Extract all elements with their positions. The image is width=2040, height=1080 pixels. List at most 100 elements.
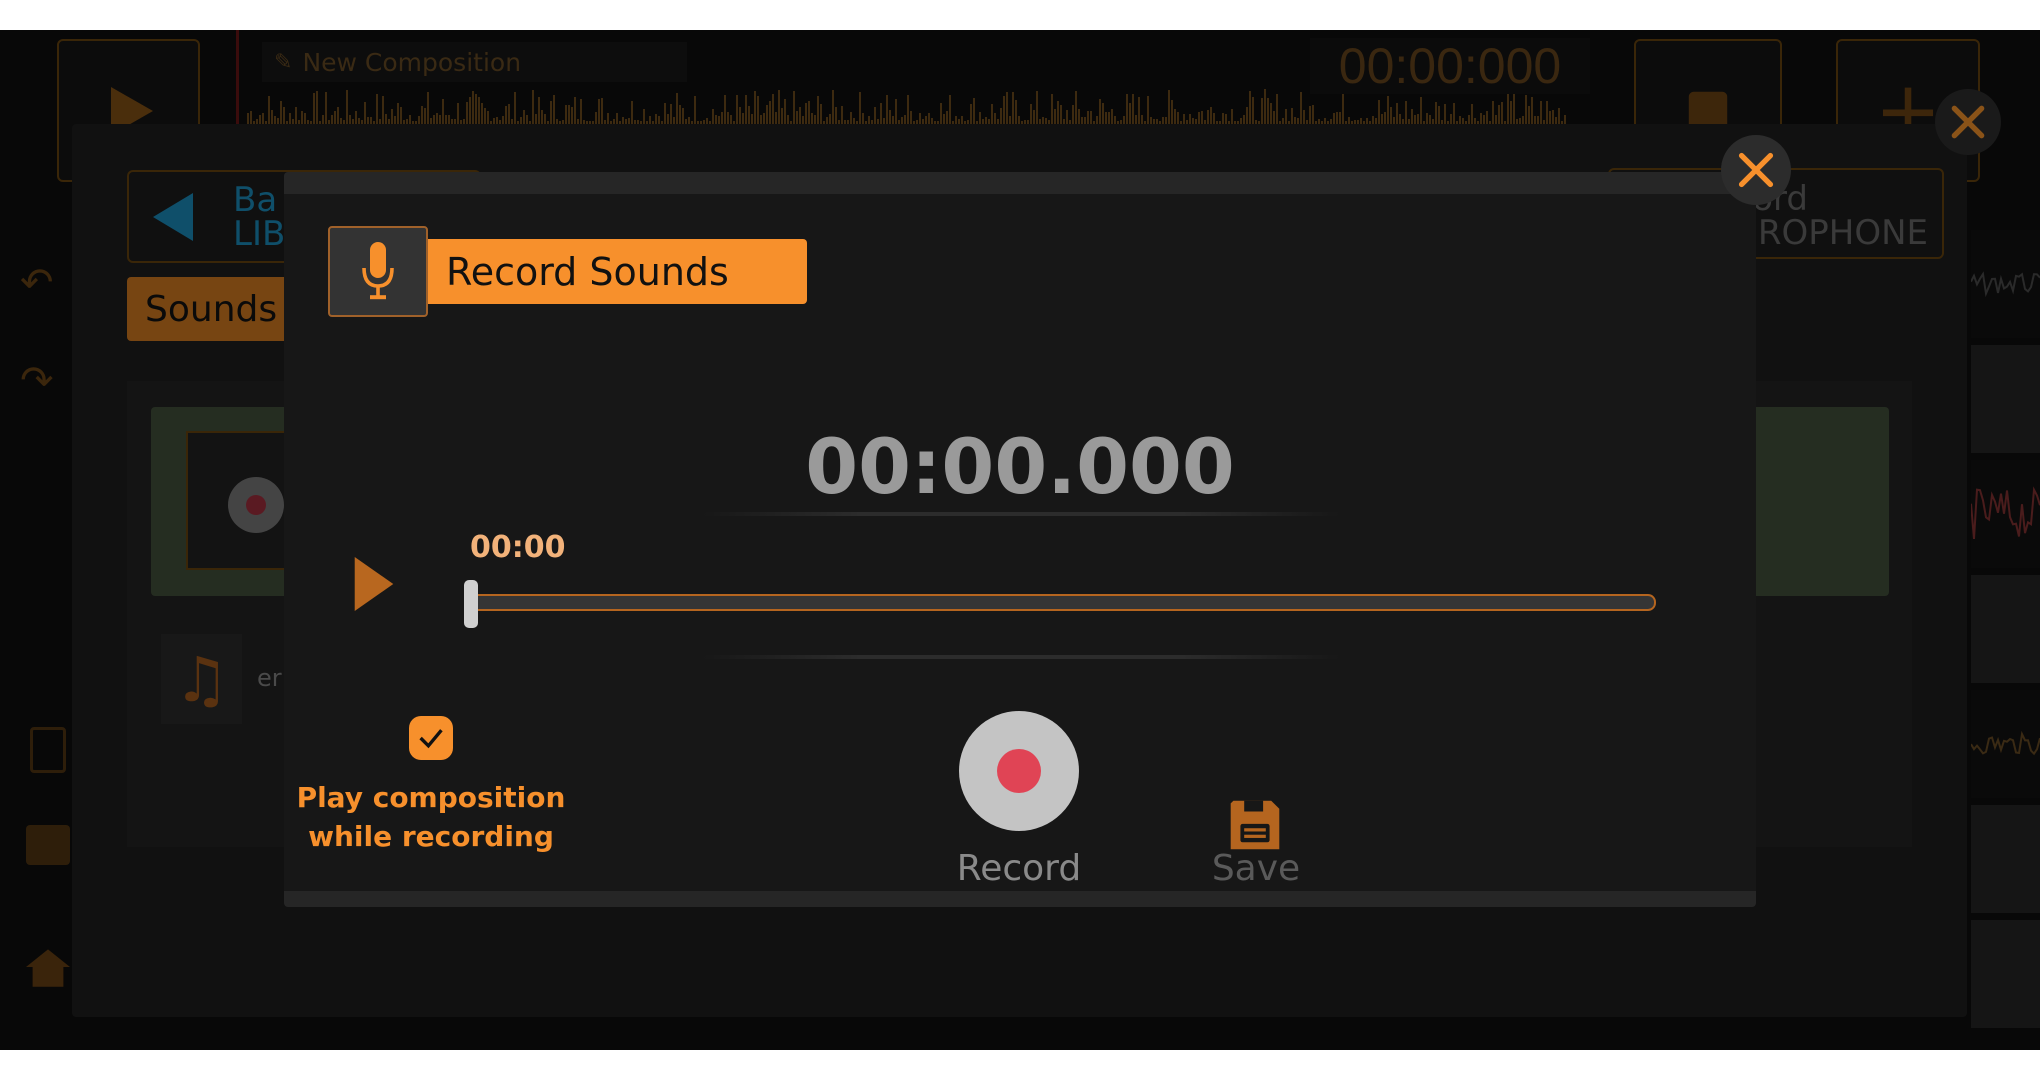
track-row[interactable] <box>1971 575 2040 683</box>
track-row[interactable] <box>1971 345 2040 453</box>
waveform-bar <box>1252 96 1254 124</box>
waveform-bar <box>283 107 285 124</box>
close-icon <box>1738 152 1774 188</box>
close-icon <box>1951 105 1985 139</box>
waveform-bar <box>1060 104 1062 124</box>
waveform-bar <box>859 91 861 124</box>
waveform-bar <box>433 114 435 124</box>
waveform-bar <box>808 101 810 124</box>
track-row[interactable] <box>1970 230 2040 338</box>
waveform-bar <box>1051 93 1053 124</box>
waveform-bar <box>1009 116 1011 124</box>
waveform-bar <box>1276 94 1278 124</box>
waveform-bar <box>1348 117 1350 124</box>
waveform-bar <box>925 115 927 124</box>
redo-button[interactable]: ↷ <box>20 358 70 418</box>
waveform-bar <box>520 116 522 124</box>
waveform-bar <box>322 114 324 124</box>
waveform-bar <box>1372 115 1374 124</box>
waveform-bar <box>1198 112 1200 124</box>
waveform-bar <box>973 97 975 124</box>
new-file-button[interactable] <box>30 727 66 773</box>
waveform-bar <box>355 111 357 124</box>
waveform-bar <box>718 116 720 124</box>
waveform-bar <box>289 113 291 124</box>
waveform-bar <box>802 116 804 124</box>
waveform-bar <box>1429 115 1431 124</box>
waveform-bar <box>526 114 528 124</box>
waveform-bar <box>904 115 906 124</box>
track-row[interactable] <box>1971 920 2040 1028</box>
play-composition-checkbox[interactable] <box>409 716 453 760</box>
waveform-bar <box>349 114 351 124</box>
waveform-bar <box>1246 106 1248 124</box>
home-button[interactable] <box>26 945 70 989</box>
waveform-bar <box>943 114 945 124</box>
waveform-bar <box>1168 90 1170 124</box>
waveform-bar <box>1378 99 1380 124</box>
waveform-bar <box>715 114 717 124</box>
waveform-bar <box>469 97 471 124</box>
waveform-bar <box>736 95 738 124</box>
waveform-bar <box>1231 108 1233 124</box>
waveform-bar <box>1510 100 1512 124</box>
playback-slider[interactable] <box>464 580 1656 628</box>
waveform-bar <box>1171 99 1173 124</box>
waveform-bar <box>1453 102 1455 124</box>
waveform-bar <box>1207 110 1209 124</box>
waveform-bar <box>1123 116 1125 124</box>
waveform-bar <box>946 111 948 124</box>
waveform-bar <box>835 107 837 124</box>
waveform-bar <box>538 96 540 124</box>
track-row[interactable] <box>1970 460 2040 568</box>
waveform-bar <box>1459 115 1461 124</box>
waveform-bar <box>487 111 489 124</box>
waveform-bar <box>262 112 264 124</box>
track-waveform <box>1970 730 2040 756</box>
play-composition-label[interactable]: Play composition while recording <box>284 778 578 856</box>
close-library-button[interactable] <box>1935 89 2001 155</box>
save-recording-button[interactable] <box>1228 797 1284 853</box>
redo-icon: ↷ <box>20 358 54 404</box>
record-button[interactable] <box>959 711 1079 831</box>
close-dialog-button[interactable] <box>1721 135 1791 205</box>
waveform-bar <box>1150 117 1152 124</box>
waveform-bar <box>763 113 765 124</box>
waveform-bar <box>739 106 741 124</box>
waveform-bar <box>655 113 657 124</box>
waveform-bar <box>1333 113 1335 124</box>
open-folder-button[interactable] <box>26 825 70 865</box>
composition-name-field[interactable]: ✎ New Composition <box>262 42 687 82</box>
waveform-bar <box>316 90 318 124</box>
waveform-bar <box>631 101 633 124</box>
waveform-bar <box>799 107 801 124</box>
save-icon <box>1230 800 1280 850</box>
waveform-bar <box>1138 97 1140 124</box>
waveform-bar <box>682 107 684 124</box>
waveform-bar <box>1183 114 1185 124</box>
slider-handle[interactable] <box>464 580 478 628</box>
waveform-bar <box>1564 114 1566 124</box>
waveform-bar <box>868 116 870 124</box>
waveform-bar <box>394 115 396 124</box>
waveform-bar <box>1177 111 1179 124</box>
waveform-bar <box>1540 101 1542 124</box>
waveform-bar <box>1018 115 1020 124</box>
waveform-bar <box>1105 112 1107 124</box>
waveform-bar <box>391 109 393 124</box>
waveform-bar <box>1075 91 1077 124</box>
waveform-bar <box>1498 105 1500 124</box>
undo-button[interactable]: ↶ <box>20 260 70 320</box>
waveform-bar <box>817 96 819 124</box>
waveform-bar <box>424 107 426 124</box>
waveform-bar <box>466 102 468 124</box>
waveform-bar <box>502 116 504 124</box>
play-preview-button[interactable] <box>354 557 394 611</box>
waveform-bar <box>418 115 420 124</box>
sound-item-label: er <box>257 664 282 692</box>
waveform-bar <box>1267 97 1269 124</box>
track-row[interactable] <box>1970 690 2040 798</box>
waveform-bar <box>496 116 498 124</box>
track-row[interactable] <box>1971 805 2040 913</box>
waveform-bar <box>1381 114 1383 124</box>
